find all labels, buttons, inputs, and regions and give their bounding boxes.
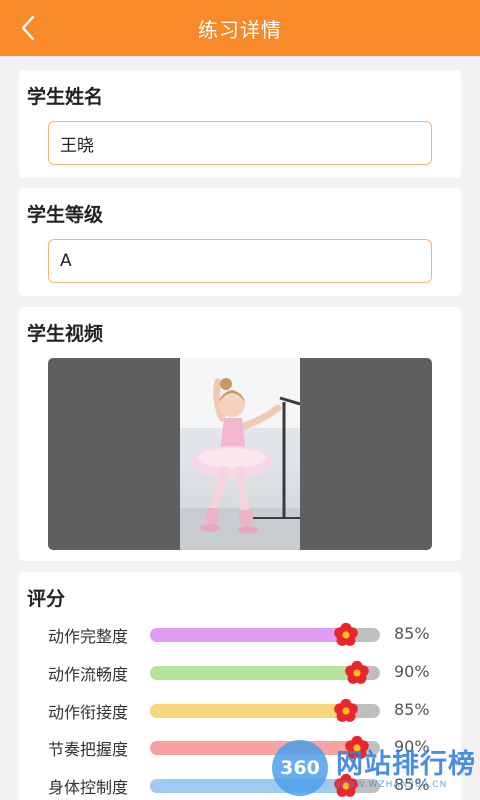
score-bar [150,773,380,797]
score-row-body-control: 身体控制度 85% [48,772,453,798]
score-value: 85% [394,775,430,794]
score-bar-fill [150,666,357,680]
back-button[interactable] [14,14,42,42]
score-row-rhythm: 节奏把握度 90% [48,734,453,760]
student-grade-card: 学生等级 A [19,188,461,296]
flower-slider-icon[interactable] [343,734,371,762]
student-grade-label: 学生等级 [27,204,104,226]
score-label: 动作流畅度 [48,665,129,684]
top-bar: 练习详情 [0,0,480,56]
score-bar-fill [150,741,357,755]
scores-label: 评分 [27,588,66,610]
student-name-label: 学生姓名 [27,86,104,108]
flower-slider-icon[interactable] [343,659,371,687]
score-bar-fill [150,779,346,793]
score-value: 85% [394,700,430,719]
score-label: 身体控制度 [48,778,129,797]
score-bar [150,660,380,684]
score-bar [150,735,380,759]
video-thumbnail [180,358,300,550]
student-name-card: 学生姓名 王晓 [19,70,461,178]
student-video-card: 学生视频 [19,307,461,561]
score-row-transition: 动作衔接度 85% [48,697,453,723]
score-label: 动作衔接度 [48,703,129,722]
score-label: 节奏把握度 [48,740,129,759]
page-title: 练习详情 [198,17,282,42]
student-name-field[interactable]: 王晓 [48,121,432,165]
score-bar [150,698,380,722]
score-row-fluency: 动作流畅度 90% [48,659,453,685]
video-player[interactable] [48,358,432,550]
score-bar-fill [150,628,346,642]
score-value: 85% [394,624,430,643]
score-bar-fill [150,704,346,718]
score-label: 动作完整度 [48,627,129,646]
flower-slider-icon[interactable] [332,772,360,800]
score-bar [150,622,380,646]
flower-slider-icon[interactable] [332,621,360,649]
score-value: 90% [394,662,430,681]
student-video-label: 学生视频 [27,323,104,345]
scores-card: 评分 动作完整度 85% 动作流畅度 90% 动作衔接度 85% 节奏把握度 9… [19,572,461,800]
student-grade-field[interactable]: A [48,239,432,283]
flower-slider-icon[interactable] [332,697,360,725]
score-value: 90% [394,737,430,756]
chevron-left-icon [21,15,35,41]
score-row-completeness: 动作完整度 85% [48,621,453,647]
